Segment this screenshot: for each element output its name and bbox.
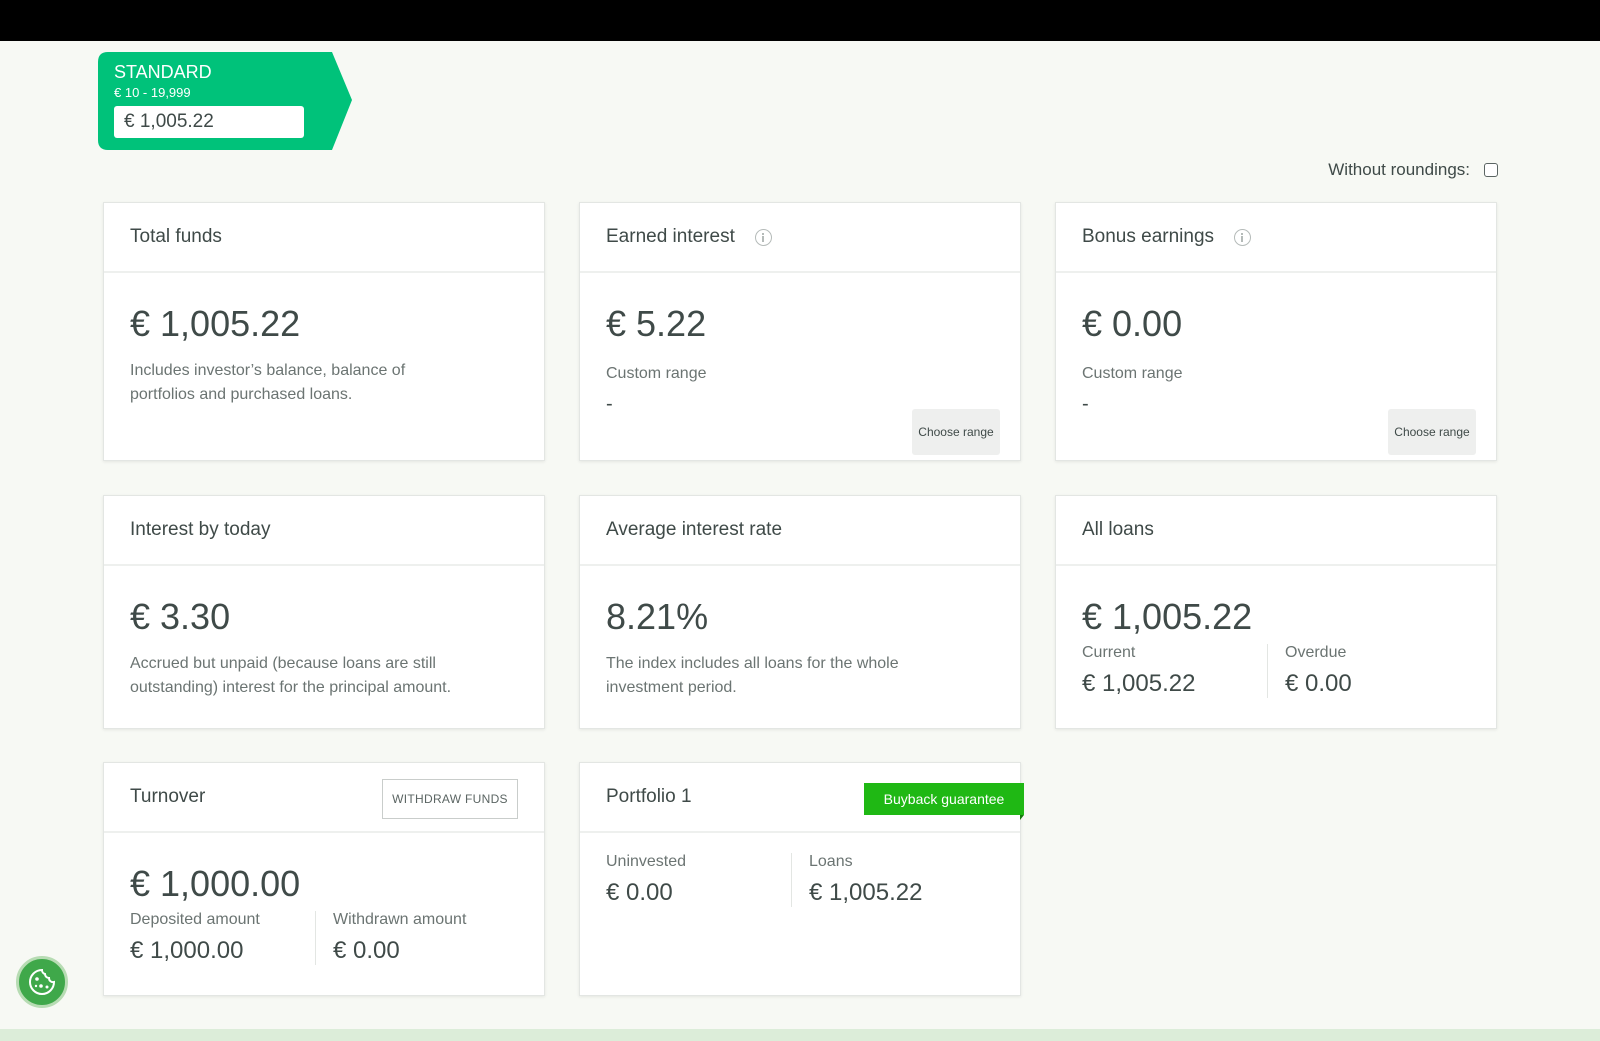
investor-level-tag: STANDARD € 10 - 19,999 — [98, 52, 358, 152]
overdue-label: Overdue — [1285, 644, 1347, 661]
loans-value: € 1,005.22 — [809, 879, 923, 906]
current-value: € 1,005.22 — [1082, 670, 1196, 697]
withdrawn-value: € 0.00 — [333, 937, 400, 964]
buyback-guarantee-badge: Buyback guarantee — [864, 783, 1024, 820]
level-name: STANDARD — [114, 62, 212, 82]
info-icon[interactable] — [1234, 228, 1252, 246]
bottom-bar — [0, 1029, 1600, 1041]
card-title: Portfolio 1 — [606, 786, 692, 807]
overdue-loans: Overdue € 0.00 — [1267, 644, 1470, 698]
earned-interest-card: Earned interest € 5.22 Custom range - Ch… — [579, 202, 1021, 461]
cookie-icon — [29, 968, 56, 995]
loans-label: Loans — [809, 853, 853, 870]
current-label: Current — [1082, 644, 1136, 661]
portfolio-card[interactable]: Portfolio 1 Buyback guarantee Uninvested… — [579, 762, 1024, 996]
earned-interest-value: € 5.22 — [606, 303, 707, 344]
top-bar — [0, 0, 1600, 41]
card-title: Total funds — [130, 226, 222, 247]
uninvested-amount: Uninvested € 0.00 — [606, 853, 791, 907]
card-title: Earned interest — [606, 226, 735, 247]
level-amount-field[interactable] — [114, 106, 304, 138]
withdraw-funds-button[interactable]: WITHDRAW FUNDS — [382, 779, 518, 819]
total-funds-description: Includes investor’s balance, balance of … — [130, 362, 406, 403]
without-roundings-toggle[interactable]: Without roundings: — [1328, 160, 1498, 180]
uninvested-label: Uninvested — [606, 853, 687, 870]
card-header: Turnover WITHDRAW FUNDS — [104, 763, 544, 833]
interest-by-today-description: Accrued but unpaid (because loans are st… — [130, 655, 452, 696]
custom-range-label: Custom range — [1082, 365, 1183, 382]
card-header: Earned interest — [580, 203, 1020, 273]
interest-by-today-card: Interest by today € 3.30 Accrued but unp… — [103, 495, 545, 729]
level-range: € 10 - 19,999 — [114, 85, 191, 100]
without-roundings-label: Without roundings: — [1328, 160, 1470, 179]
average-interest-rate-card: Average interest rate 8.21% The index in… — [579, 495, 1021, 729]
total-funds-card: Total funds € 1,005.22 Includes investor… — [103, 202, 545, 461]
without-roundings-checkbox[interactable] — [1484, 163, 1498, 177]
current-loans: Current € 1,005.22 — [1082, 644, 1267, 698]
overdue-value: € 0.00 — [1285, 670, 1352, 697]
card-header: All loans — [1056, 496, 1496, 566]
turnover-card: Turnover WITHDRAW FUNDS € 1,000.00 Depos… — [103, 762, 545, 996]
uninvested-value: € 0.00 — [606, 879, 673, 906]
card-header: Total funds — [104, 203, 544, 273]
card-header: Portfolio 1 Buyback guarantee — [580, 763, 1024, 833]
average-interest-rate-description: The index includes all loans for the who… — [606, 655, 899, 696]
turnover-value: € 1,000.00 — [130, 863, 301, 904]
card-title: Interest by today — [130, 519, 271, 540]
total-funds-value: € 1,005.22 — [130, 303, 301, 344]
cookie-settings-button[interactable] — [16, 956, 68, 1008]
bonus-earnings-value: € 0.00 — [1082, 303, 1183, 344]
all-loans-value: € 1,005.22 — [1082, 596, 1253, 637]
withdrawn-amount: Withdrawn amount € 0.00 — [315, 911, 518, 965]
deposited-value: € 1,000.00 — [130, 937, 244, 964]
info-icon[interactable] — [754, 228, 772, 246]
deposited-amount: Deposited amount € 1,000.00 — [130, 911, 315, 965]
loans-amount: Loans € 1,005.22 — [791, 853, 994, 907]
card-header: Bonus earnings — [1056, 203, 1496, 273]
choose-range-button[interactable]: Choose range — [912, 409, 1000, 455]
all-loans-card: All loans € 1,005.22 Current € 1,005.22 … — [1055, 495, 1497, 729]
withdrawn-label: Withdrawn amount — [333, 911, 467, 928]
card-header: Average interest rate — [580, 496, 1020, 566]
bonus-earnings-card: Bonus earnings € 0.00 Custom range - Cho… — [1055, 202, 1497, 461]
card-title: Average interest rate — [606, 519, 783, 540]
card-title: Bonus earnings — [1082, 226, 1215, 247]
card-header: Interest by today — [104, 496, 544, 566]
interest-by-today-value: € 3.30 — [130, 596, 231, 637]
custom-range-label: Custom range — [606, 365, 707, 382]
card-title: All loans — [1082, 519, 1154, 540]
card-title: Turnover — [130, 786, 206, 807]
average-interest-rate-value: 8.21% — [606, 596, 709, 637]
choose-range-button[interactable]: Choose range — [1388, 409, 1476, 455]
deposited-label: Deposited amount — [130, 911, 260, 928]
